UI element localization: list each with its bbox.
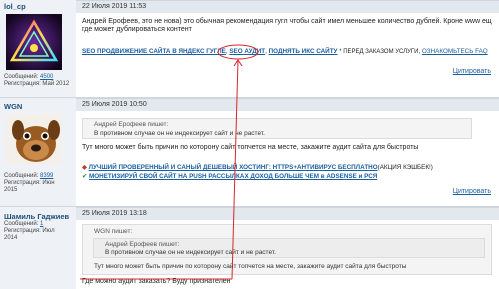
- quote-author: Андрей Ерофеев пишет:: [94, 121, 169, 128]
- sig-link-hosting[interactable]: ЛУЧШИЙ ПРОВЕРЕННЫЙ И САНЫЙ ДЕШЕВЫЙ ХОСТИ…: [89, 164, 378, 171]
- post-2-text: Тут много может быть причин по которону …: [82, 144, 419, 151]
- checkmark-icon: ✔: [82, 173, 88, 180]
- post-date: 25 Июля 2019 13:18: [82, 210, 147, 217]
- sig-link-seo-promo[interactable]: SEO ПРОДВИЖЕНИЕ САЙТА В ЯНДЕКС ГУГЛЕ: [82, 48, 226, 55]
- avatar: [6, 114, 62, 164]
- quote-author: Андрей Ерофеев пишет:: [105, 241, 180, 248]
- quote-block-outer: WGN пишет: Андрей Ерофеев пишет: В проти…: [82, 224, 492, 275]
- sig-link-seo-audit[interactable]: SEO АУДИТ: [229, 48, 265, 55]
- sig-link-faq[interactable]: ОЗНАКОМЬТЕСЬ FAQ: [422, 48, 488, 55]
- post-1-meta: Сообщений: 4500 Регистрация: Май 2012: [4, 74, 69, 88]
- post-2-meta: Сообщений: 8399 Регистрация: Июн 2015: [4, 173, 55, 193]
- post-3-header: 25 Июля 2019 13:18: [76, 207, 499, 220]
- reg-label: Регистрация:: [4, 81, 41, 87]
- quote-text: В противном случае он не индексирует сай…: [94, 130, 265, 137]
- post-date: 22 Июля 2019 11:53: [82, 3, 147, 10]
- messages-count-link[interactable]: 8399: [40, 173, 53, 179]
- post-3-meta: Сообщений: 1 Регистрация: Июл 2014: [4, 221, 55, 241]
- post-2-sig-line1: ◆ ЛУЧШИЙ ПРОВЕРЕННЫЙ И САНЫЙ ДЕШЕВЫЙ ХОС…: [82, 164, 433, 171]
- post-1-username[interactable]: lol_cp: [4, 2, 26, 11]
- post-1-signature: SEO ПРОДВИЖЕНИЕ САЙТА В ЯНДЕКС ГУГЛЕ, SE…: [82, 48, 488, 55]
- post-2-header: 25 Июля 2019 10:50: [76, 98, 499, 111]
- messages-count-link[interactable]: 4500: [40, 74, 53, 80]
- divider: [0, 206, 499, 207]
- quote-text: В противном случае он не индексирует сай…: [105, 249, 276, 256]
- post-date: 25 Июля 2019 10:50: [82, 101, 147, 108]
- post-2-sig-line2: ✔ МОНЕТИЗИРУЙ СВОЙ САЙТ НА PUSH РАССЫЛКА…: [82, 173, 377, 182]
- post-3-username[interactable]: Шамиль Гаджиев: [4, 212, 69, 221]
- cite-button[interactable]: Цитировать: [453, 188, 491, 195]
- sig-link-raise-iks[interactable]: ПОДНЯТЬ ИКС САЙТУ: [269, 48, 338, 55]
- avatar: [6, 14, 62, 70]
- cite-button[interactable]: Цитировать: [453, 68, 491, 75]
- post-3-text: Где можно аудит заказать? Буду признател…: [82, 278, 231, 285]
- quote-author: WGN пишет:: [94, 228, 133, 235]
- messages-label: Сообщений:: [4, 74, 39, 80]
- sig-link-push[interactable]: МОНЕТИЗИРУЙ СВОЙ САЙТ НА PUSH РАССЫЛКАХ …: [89, 173, 377, 180]
- post-1: lol_cp Сообщений: 4500 Регистрация: Май …: [0, 0, 499, 97]
- hosting-icon: ◆: [82, 164, 87, 171]
- post-1-header: 22 Июля 2019 11:53: [76, 0, 499, 13]
- messages-count-link[interactable]: 1: [40, 221, 43, 227]
- post-3: Шамиль Гаджиев Сообщений: 1 Регистрация:…: [0, 207, 499, 289]
- post-2-username[interactable]: WGN: [4, 102, 22, 111]
- divider: [0, 97, 499, 98]
- quote-text: Тут много может быть причин по которону …: [94, 263, 407, 270]
- post-2: WGN Сообщений: 8399 Регистрация: Июн 201…: [0, 98, 499, 206]
- quote-block: Андрей Ерофеев пишет: В противном случае…: [82, 118, 472, 139]
- quote-block-inner: Андрей Ерофеев пишет: В противном случае…: [93, 238, 485, 258]
- post-1-text-line2: где может дублироваться контент: [82, 26, 192, 33]
- reg-date: Май 2012: [42, 81, 70, 87]
